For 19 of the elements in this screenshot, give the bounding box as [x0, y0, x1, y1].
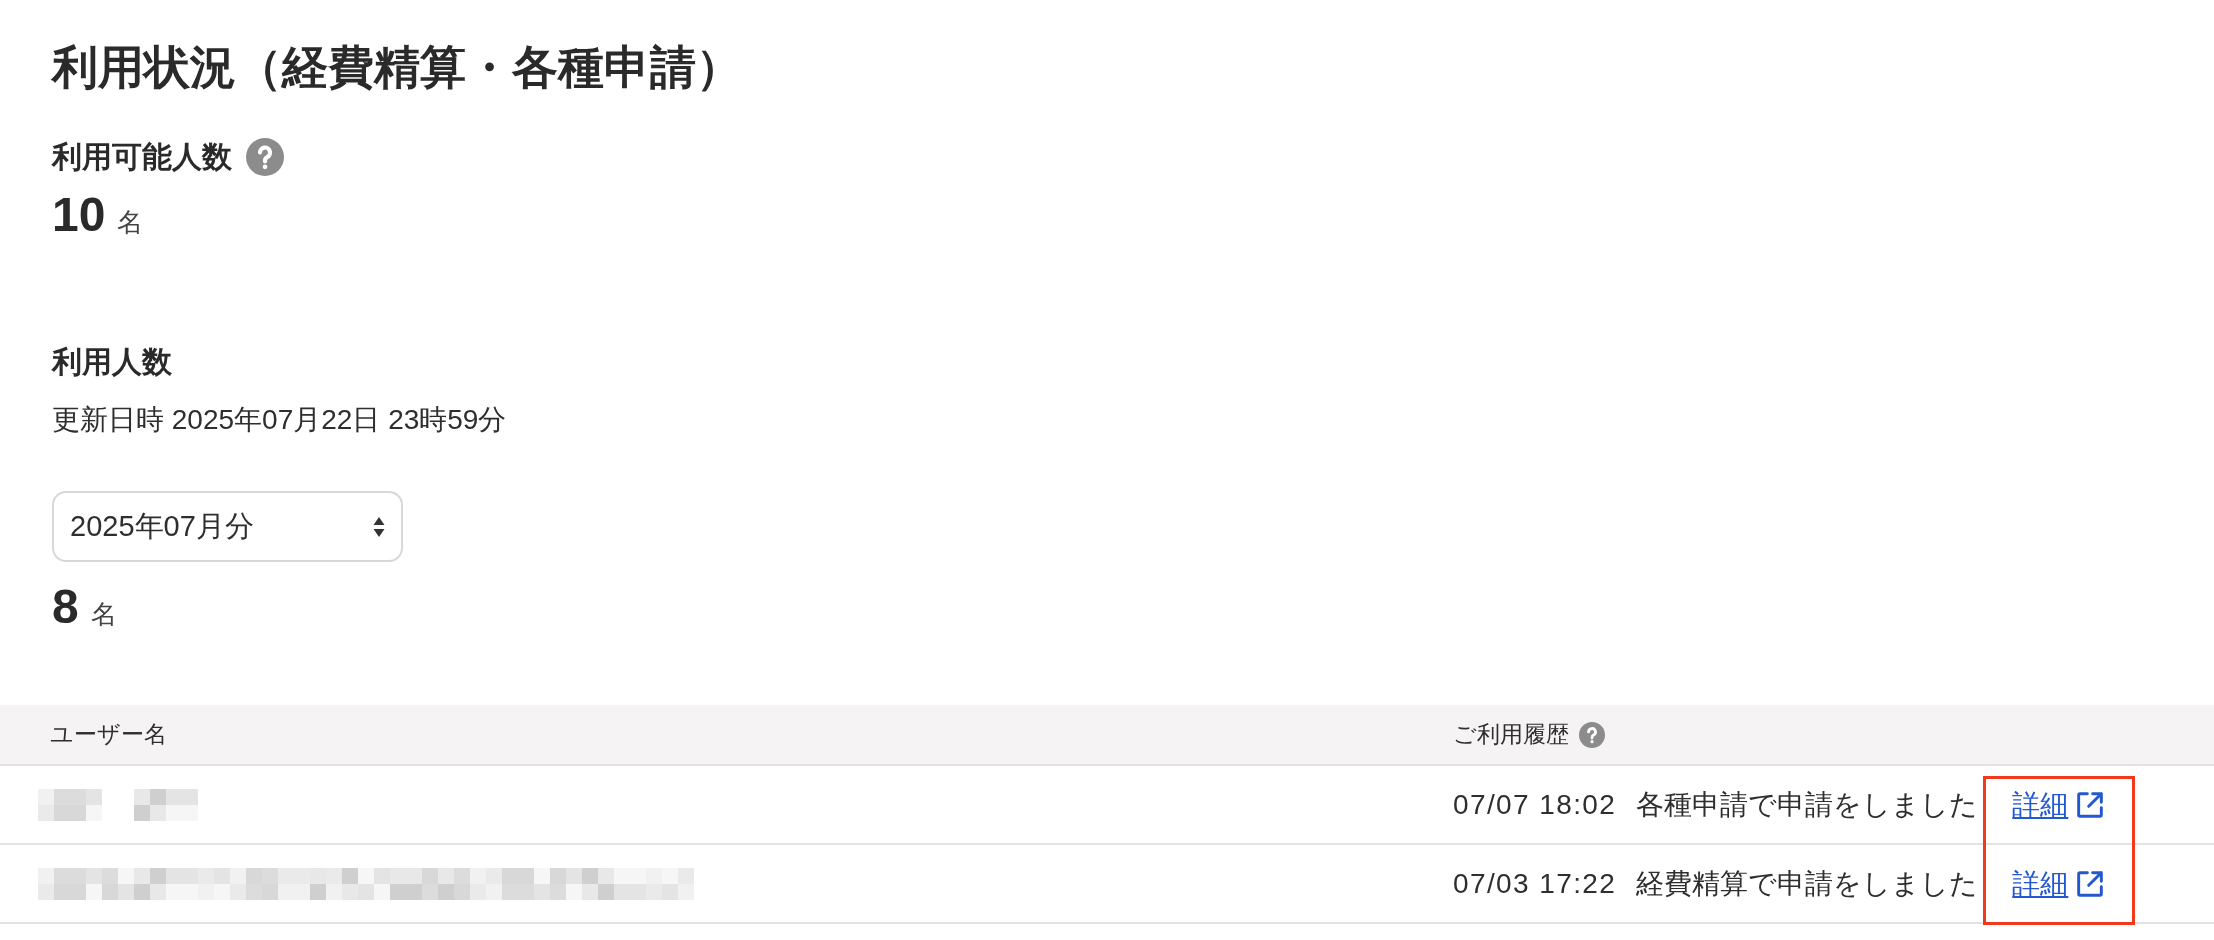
section-label: 利用可能人数 — [52, 138, 232, 175]
help-icon[interactable] — [246, 138, 284, 176]
user-count: 8 — [52, 582, 79, 632]
updated-datetime: 更新日時 2025年07月22日 23時59分 — [52, 403, 507, 437]
history-time: 07/03 17:22 — [1453, 867, 1617, 900]
history-message: 経費精算で申請をしました — [1636, 866, 1979, 901]
count-unit: 名 — [90, 598, 117, 631]
user-count: 10 — [52, 190, 106, 240]
help-icon[interactable] — [1579, 721, 1605, 748]
page-title: 利用状況（経費精算・各種申請） — [52, 40, 742, 95]
column-header: ユーザー名 — [50, 720, 167, 749]
history-time: 07/07 18:02 — [1453, 788, 1617, 821]
section-label: 利用人数 — [52, 343, 172, 380]
history-message: 各種申請で申請をしました — [1636, 787, 1979, 822]
count-unit: 名 — [117, 206, 144, 239]
column-header: ご利用履歴 — [1453, 720, 1569, 749]
month-select[interactable]: 2025年07月分 — [52, 491, 403, 562]
detail-link[interactable]: 詳細 — [2012, 785, 2107, 824]
detail-link[interactable]: 詳細 — [2012, 864, 2107, 903]
